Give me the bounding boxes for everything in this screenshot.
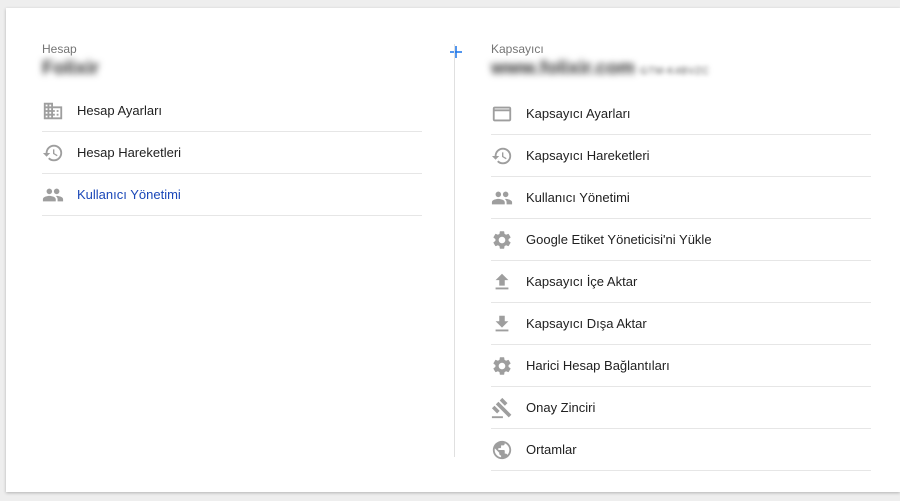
people-icon	[42, 184, 64, 206]
container-menu: Kapsayıcı Ayarları Kapsayıcı Hareketleri…	[491, 93, 871, 471]
container-name: www.folixir.com	[491, 58, 635, 79]
container-id: GTM-K4BVZC	[640, 66, 710, 77]
environments-item[interactable]: Ortamlar	[491, 429, 871, 471]
container-section-label: Kapsayıcı	[491, 42, 544, 56]
item-label: Google Etiket Yöneticisi'ni Yükle	[526, 232, 712, 247]
export-container-item[interactable]: Kapsayıcı Dışa Aktar	[491, 303, 871, 345]
plus-icon	[450, 46, 462, 58]
admin-card: Hesap Folixir Hesap Ayarları Hesap Harek…	[6, 8, 900, 492]
item-label: Hesap Ayarları	[77, 103, 163, 118]
approval-chain-item[interactable]: Onay Zinciri	[491, 387, 871, 429]
item-label: Kapsayıcı Dışa Aktar	[526, 316, 647, 331]
account-settings-item[interactable]: Hesap Ayarları	[42, 90, 422, 132]
item-label: Hesap Hareketleri	[77, 145, 182, 160]
gavel-icon	[491, 397, 513, 419]
install-gtm-item[interactable]: Google Etiket Yöneticisi'ni Yükle	[491, 219, 871, 261]
item-label: Harici Hesap Bağlantıları	[526, 358, 670, 373]
import-container-item[interactable]: Kapsayıcı İçe Aktar	[491, 261, 871, 303]
item-label: Kapsayıcı İçe Aktar	[526, 274, 638, 289]
item-label: Kullanıcı Yönetimi	[526, 190, 630, 205]
globe-icon	[491, 439, 513, 461]
history-icon	[42, 142, 64, 164]
web-window-icon	[491, 103, 513, 125]
people-icon	[491, 187, 513, 209]
column-divider	[454, 44, 455, 457]
item-label: Kapsayıcı Hareketleri	[526, 148, 650, 163]
item-label: Ortamlar	[526, 442, 577, 457]
account-section-label: Hesap	[42, 42, 77, 56]
container-activity-item[interactable]: Kapsayıcı Hareketleri	[491, 135, 871, 177]
external-account-links-item[interactable]: Harici Hesap Bağlantıları	[491, 345, 871, 387]
history-icon	[491, 145, 513, 167]
account-user-management-item[interactable]: Kullanıcı Yönetimi	[42, 174, 422, 216]
add-account-button[interactable]	[445, 41, 467, 63]
building-icon	[42, 100, 64, 122]
download-icon	[491, 313, 513, 335]
gear-icon	[491, 229, 513, 251]
account-name: Folixir	[42, 58, 100, 79]
upload-icon	[491, 271, 513, 293]
item-label: Kapsayıcı Ayarları	[526, 106, 631, 121]
item-label: Onay Zinciri	[526, 400, 596, 415]
container-settings-item[interactable]: Kapsayıcı Ayarları	[491, 93, 871, 135]
gear-icon	[491, 355, 513, 377]
item-label: Kullanıcı Yönetimi	[77, 187, 181, 202]
container-user-management-item[interactable]: Kullanıcı Yönetimi	[491, 177, 871, 219]
account-activity-item[interactable]: Hesap Hareketleri	[42, 132, 422, 174]
account-menu: Hesap Ayarları Hesap Hareketleri Kullanı…	[42, 90, 422, 216]
